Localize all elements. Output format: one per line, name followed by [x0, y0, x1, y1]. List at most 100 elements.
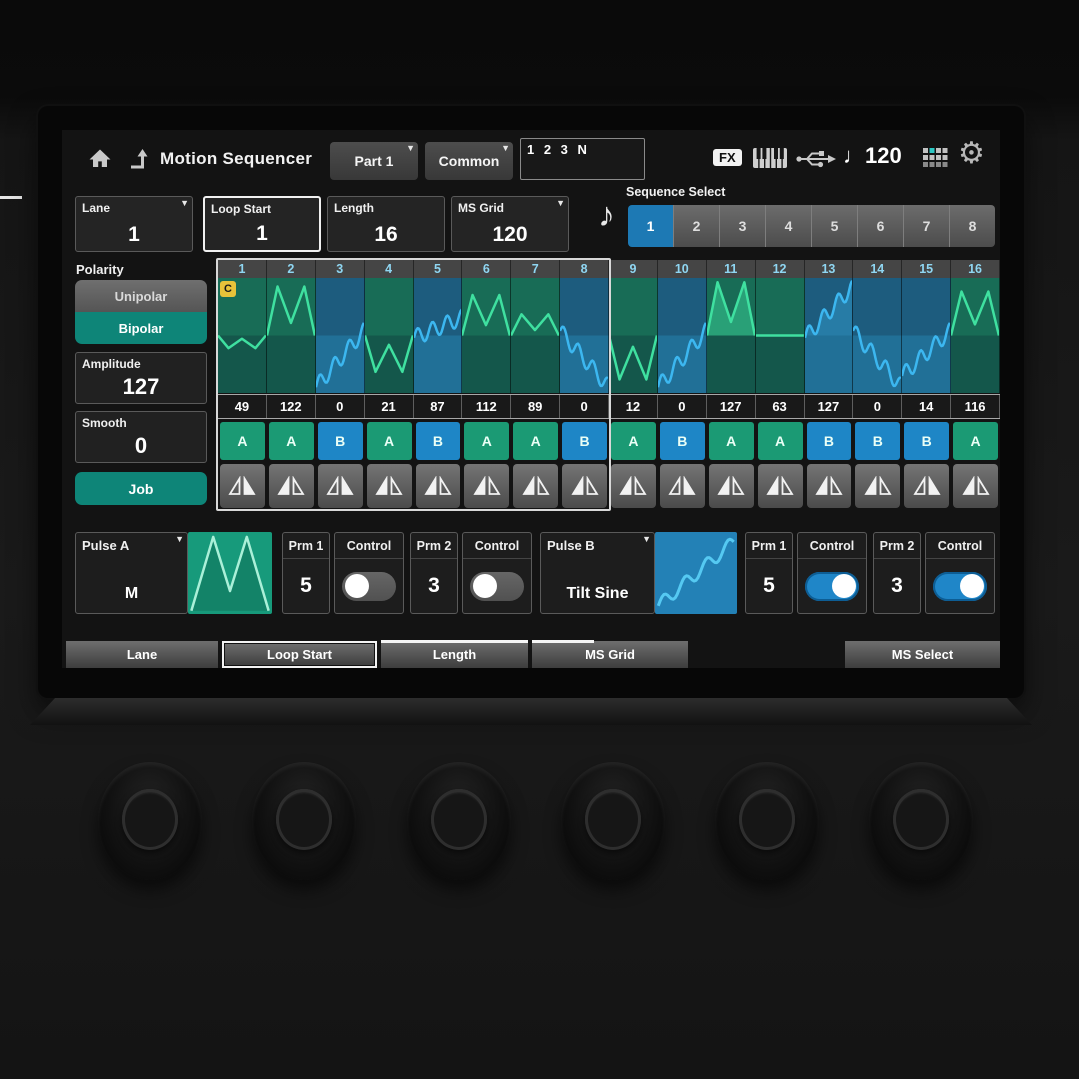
step-value[interactable]: 21: [365, 395, 414, 418]
step-mirror-button[interactable]: [367, 464, 412, 508]
sequence-button-1[interactable]: 1: [628, 205, 674, 247]
step-pulse-select[interactable]: B: [904, 422, 949, 460]
step-wave-cell-11[interactable]: [707, 278, 756, 393]
tab-loop-start[interactable]: Loop Start: [222, 641, 377, 668]
pulse-a-control1-toggle[interactable]: [342, 572, 396, 601]
step-pulse-select[interactable]: A: [758, 422, 803, 460]
step-value[interactable]: 49: [218, 395, 267, 418]
tab-ms-select[interactable]: MS Select: [845, 641, 1000, 668]
sequence-button-8[interactable]: 8: [950, 205, 995, 247]
amplitude-box[interactable]: Amplitude 127: [75, 352, 207, 404]
step-mirror-button[interactable]: [269, 464, 314, 508]
knob-2[interactable]: [252, 762, 356, 880]
note-value-icon[interactable]: ♪: [598, 196, 615, 235]
step-value[interactable]: 127: [805, 395, 854, 418]
exit-up-icon[interactable]: [126, 146, 150, 175]
step-value[interactable]: 12: [609, 395, 658, 418]
step-pulse-select[interactable]: B: [807, 422, 852, 460]
step-mirror-button[interactable]: [855, 464, 900, 508]
name-display[interactable]: 1 2 3 N: [520, 138, 645, 180]
tab-ms-grid[interactable]: MS Grid: [532, 641, 688, 668]
step-value[interactable]: 127: [707, 395, 756, 418]
job-button[interactable]: Job: [75, 472, 207, 505]
step-pulse-select[interactable]: A: [220, 422, 265, 460]
step-value[interactable]: 0: [316, 395, 365, 418]
step-wave-cell-8[interactable]: [560, 278, 609, 393]
fx-badge[interactable]: FX: [713, 149, 742, 166]
step-value[interactable]: 63: [756, 395, 805, 418]
step-pulse-select[interactable]: A: [513, 422, 558, 460]
step-mirror-button[interactable]: [709, 464, 754, 508]
pulse-b-control2-toggle[interactable]: [933, 572, 987, 601]
knob-1[interactable]: [98, 762, 202, 880]
step-value[interactable]: 116: [951, 395, 1000, 418]
step-wave-cell-12[interactable]: [756, 278, 805, 393]
sequence-button-4[interactable]: 4: [766, 205, 812, 247]
step-mirror-button[interactable]: [953, 464, 998, 508]
pulse-b-control1-toggle[interactable]: [805, 572, 859, 601]
sequence-button-7[interactable]: 7: [904, 205, 950, 247]
step-wave-cell-9[interactable]: [609, 278, 658, 393]
step-value[interactable]: 14: [902, 395, 951, 418]
step-wave-cell-15[interactable]: [902, 278, 951, 393]
step-mirror-button[interactable]: [318, 464, 363, 508]
sequence-button-3[interactable]: 3: [720, 205, 766, 247]
step-pulse-select[interactable]: A: [367, 422, 412, 460]
unipolar-button[interactable]: Unipolar: [75, 280, 207, 312]
tab-length[interactable]: Length: [381, 641, 528, 668]
step-wave-cell-3[interactable]: [316, 278, 365, 393]
common-button[interactable]: Common ▼: [425, 142, 513, 180]
tempo-display[interactable]: ♩120: [843, 143, 902, 169]
pulse-a-control2-toggle[interactable]: [470, 572, 524, 601]
step-wave-cell-10[interactable]: [658, 278, 707, 393]
knob-4[interactable]: [561, 762, 665, 880]
param-box-ms-grid[interactable]: MS Grid120▼: [451, 196, 569, 252]
param-box-lane[interactable]: Lane1▼: [75, 196, 193, 252]
step-mirror-button[interactable]: [807, 464, 852, 508]
sequence-button-2[interactable]: 2: [674, 205, 720, 247]
step-mirror-button[interactable]: [513, 464, 558, 508]
step-value[interactable]: 122: [267, 395, 316, 418]
step-mirror-button[interactable]: [611, 464, 656, 508]
step-value[interactable]: 0: [560, 395, 609, 418]
step-pulse-select[interactable]: B: [318, 422, 363, 460]
step-mirror-button[interactable]: [464, 464, 509, 508]
step-value[interactable]: 89: [511, 395, 560, 418]
step-pulse-select[interactable]: A: [269, 422, 314, 460]
step-wave-cell-4[interactable]: [365, 278, 414, 393]
tab-lane[interactable]: Lane: [66, 641, 218, 668]
pulse-b-prm1-box[interactable]: Prm 1 5: [745, 532, 793, 614]
step-wave-cell-13[interactable]: [805, 278, 854, 393]
bipolar-button[interactable]: Bipolar: [75, 312, 207, 344]
scene-grid-icon[interactable]: [923, 148, 949, 173]
knob-3[interactable]: [407, 762, 511, 880]
step-mirror-button[interactable]: [904, 464, 949, 508]
pulse-a-prm1-box[interactable]: Prm 1 5: [282, 532, 330, 614]
step-value[interactable]: 87: [414, 395, 463, 418]
step-wave-cell-5[interactable]: [414, 278, 463, 393]
step-mirror-button[interactable]: [562, 464, 607, 508]
step-wave-cell-16[interactable]: [951, 278, 1000, 393]
home-icon[interactable]: [88, 146, 112, 175]
knob-6[interactable]: [869, 762, 973, 880]
step-pulse-select[interactable]: B: [660, 422, 705, 460]
param-box-length[interactable]: Length16: [327, 196, 445, 252]
step-value[interactable]: 0: [658, 395, 707, 418]
step-value[interactable]: 0: [853, 395, 902, 418]
step-mirror-button[interactable]: [416, 464, 461, 508]
step-mirror-button[interactable]: [660, 464, 705, 508]
sequence-button-5[interactable]: 5: [812, 205, 858, 247]
knob-5[interactable]: [715, 762, 819, 880]
step-pulse-select[interactable]: B: [416, 422, 461, 460]
pulse-b-prm2-box[interactable]: Prm 2 3: [873, 532, 921, 614]
step-pulse-select[interactable]: B: [855, 422, 900, 460]
step-wave-cell-14[interactable]: [853, 278, 902, 393]
pulse-a-prm2-box[interactable]: Prm 2 3: [410, 532, 458, 614]
step-pulse-select[interactable]: B: [562, 422, 607, 460]
step-mirror-button[interactable]: [220, 464, 265, 508]
step-pulse-select[interactable]: A: [611, 422, 656, 460]
step-wave-cell-2[interactable]: [267, 278, 316, 393]
pulse-a-selector[interactable]: Pulse A ▼ M: [75, 532, 188, 614]
pulse-b-selector[interactable]: Pulse B ▼ Tilt Sine: [540, 532, 655, 614]
step-wave-cell-7[interactable]: [511, 278, 560, 393]
